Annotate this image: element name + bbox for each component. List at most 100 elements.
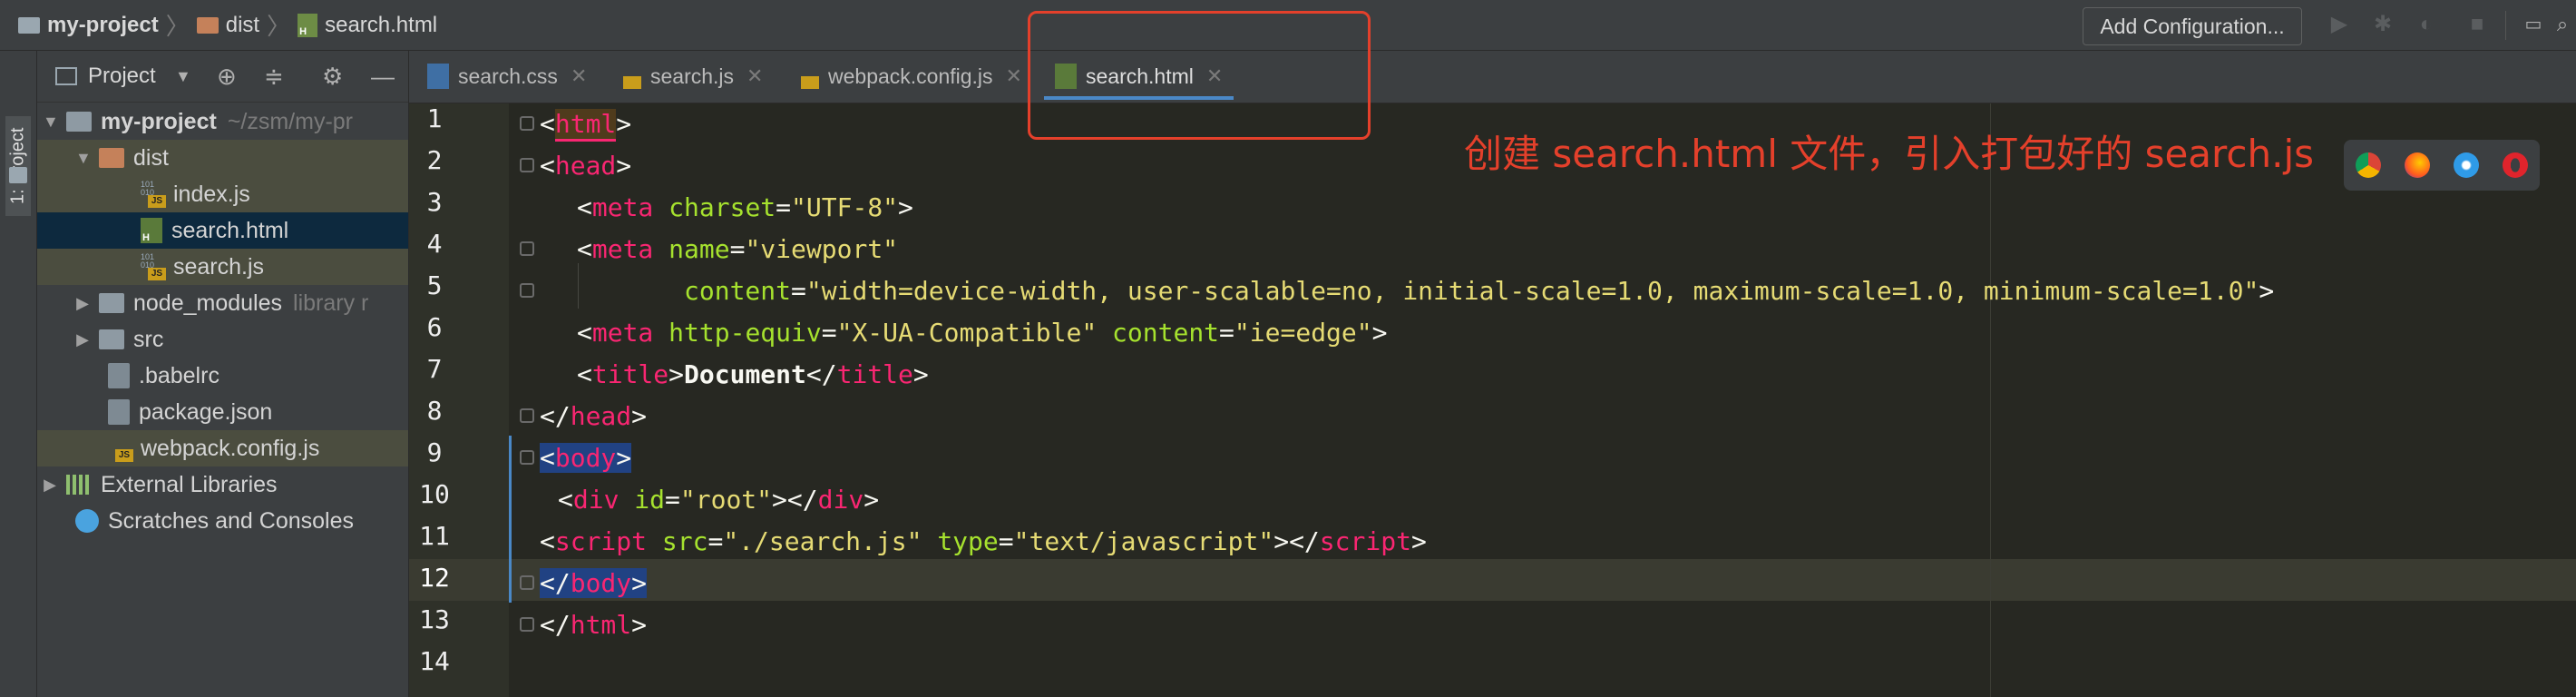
- fold-marker-icon[interactable]: [520, 617, 534, 632]
- chevron-right-icon[interactable]: ▶: [75, 294, 90, 313]
- tree-item-label: search.html: [171, 217, 289, 243]
- tab-search-js[interactable]: search.js ✕: [620, 51, 763, 102]
- tab-search-css[interactable]: search.css ✕: [427, 51, 587, 102]
- locate-icon[interactable]: ⊕: [217, 64, 237, 89]
- tree-item-dist[interactable]: ▼ dist: [37, 140, 408, 176]
- code-line[interactable]: </head>: [540, 396, 647, 437]
- code-token: div: [572, 485, 620, 515]
- code-line[interactable]: <div id="root"></div>: [558, 479, 879, 521]
- terminal-icon[interactable]: ▭: [2522, 13, 2545, 36]
- code-line[interactable]: <head>: [540, 145, 631, 187]
- tab-label: search.css: [458, 64, 558, 88]
- close-icon[interactable]: ✕: [571, 64, 587, 88]
- tree-item-webpack-config[interactable]: JS webpack.config.js: [37, 430, 408, 466]
- chevron-down-icon[interactable]: ▼: [175, 67, 191, 86]
- code-line[interactable]: </body>: [540, 563, 648, 604]
- code-line[interactable]: <meta http-equiv="X-UA-Compatible" conte…: [577, 312, 1387, 354]
- code-token: name: [668, 234, 730, 264]
- tree-item-src[interactable]: ▶ src: [37, 321, 408, 358]
- safari-icon[interactable]: [2454, 152, 2479, 178]
- collapse-all-icon[interactable]: ≑: [264, 64, 284, 89]
- project-view-icon: [55, 67, 77, 85]
- code-token: html: [570, 610, 632, 640]
- tree-item-index-js[interactable]: 101 010 JS index.js: [37, 176, 408, 212]
- tree-item-scratches[interactable]: Scratches and Consoles: [37, 503, 408, 539]
- code-token: html: [554, 109, 617, 142]
- code-token: >: [616, 443, 632, 473]
- line-number: 14: [419, 646, 450, 676]
- line-number: 8: [426, 396, 443, 426]
- fold-marker-icon[interactable]: [520, 158, 534, 172]
- run-icon[interactable]: ▶: [2327, 13, 2351, 36]
- tree-item-label: src: [133, 326, 164, 352]
- code-token: >: [912, 359, 929, 389]
- line-number: 1: [426, 103, 443, 133]
- close-icon[interactable]: ✕: [1006, 64, 1022, 88]
- code-token: >: [668, 359, 685, 389]
- code-line[interactable]: <script src="./search.js" type="text/jav…: [540, 521, 1427, 563]
- tree-item-label: Scratches and Consoles: [108, 507, 354, 534]
- code-token: meta: [591, 234, 654, 264]
- code-line[interactable]: <title>Document</title>: [577, 354, 929, 396]
- coverage-icon[interactable]: ◐: [2415, 13, 2438, 36]
- code-token: <: [577, 234, 592, 264]
- chrome-icon[interactable]: [2356, 152, 2381, 178]
- code-token: >: [1273, 526, 1290, 556]
- chevron-right-icon[interactable]: ▶: [43, 476, 57, 495]
- tab-webpack-config-js[interactable]: webpack.config.js ✕: [797, 51, 1022, 102]
- tree-item-node-modules[interactable]: ▶ node_modules library r: [37, 285, 408, 321]
- project-view-selector[interactable]: Project: [88, 64, 156, 89]
- code-line[interactable]: <meta charset="UTF-8">: [577, 187, 913, 229]
- code-token: >: [631, 401, 648, 431]
- chevron-down-icon[interactable]: ▼: [75, 149, 92, 168]
- stop-icon[interactable]: ■: [2465, 13, 2489, 36]
- opera-icon[interactable]: [2503, 152, 2528, 178]
- fold-marker-icon[interactable]: [520, 116, 534, 131]
- tree-item-label: package.json: [139, 398, 273, 425]
- add-configuration-button[interactable]: Add Configuration...: [2083, 7, 2302, 45]
- chevron-down-icon[interactable]: ▼: [43, 113, 59, 132]
- breadcrumb-dist[interactable]: dist: [196, 13, 259, 38]
- fold-marker-icon[interactable]: [520, 241, 534, 256]
- code-token: =: [665, 485, 680, 515]
- fold-marker-icon[interactable]: [520, 408, 534, 423]
- fold-marker-icon[interactable]: [520, 575, 534, 590]
- tree-item-search-html[interactable]: search.html: [37, 212, 408, 249]
- tree-item-my-project[interactable]: ▼ my-project ~/zsm/my-pr: [37, 103, 408, 140]
- hide-icon[interactable]: —: [371, 64, 395, 89]
- code-token: </: [805, 359, 837, 389]
- close-icon[interactable]: ✕: [746, 64, 763, 88]
- code-token: <: [540, 526, 555, 556]
- line-number: 4: [426, 229, 443, 259]
- folder-icon: [18, 16, 40, 34]
- code-token: body: [570, 568, 632, 598]
- code-line[interactable]: content="width=device-width, user-scalab…: [684, 270, 2274, 312]
- chevron-right-icon[interactable]: ▶: [75, 330, 90, 349]
- code-token: id: [634, 485, 666, 515]
- folder-icon: [9, 167, 27, 183]
- debug-icon[interactable]: ✱: [2371, 13, 2395, 36]
- tree-item-label: dist: [133, 144, 169, 171]
- code-line[interactable]: <meta name="viewport": [577, 229, 898, 270]
- line-number: 10: [419, 479, 450, 509]
- code-token: src: [661, 526, 708, 556]
- fold-marker-icon[interactable]: [520, 450, 534, 465]
- fold-marker-icon[interactable]: [520, 283, 534, 298]
- code-line[interactable]: <body>: [540, 437, 632, 479]
- tree-item-external-libraries[interactable]: ▶ External Libraries: [37, 466, 408, 503]
- code-line[interactable]: </html>: [540, 604, 647, 646]
- project-tool-window-button[interactable]: 1: Project: [5, 116, 31, 216]
- tree-item-label: search.js: [173, 253, 265, 280]
- gear-icon[interactable]: ⚙: [322, 64, 343, 89]
- line-number: 6: [426, 312, 443, 342]
- line-number: 11: [419, 521, 450, 551]
- breadcrumb-project[interactable]: my-project: [18, 13, 159, 38]
- tree-item-babelrc[interactable]: .babelrc: [37, 358, 408, 394]
- firefox-icon[interactable]: [2405, 152, 2430, 178]
- tree-item-search-js[interactable]: 101 010 JS search.js: [37, 249, 408, 285]
- breadcrumb-file[interactable]: search.html: [298, 13, 437, 38]
- search-everywhere-icon[interactable]: ⌕: [2551, 13, 2574, 36]
- tree-item-package-json[interactable]: package.json: [37, 394, 408, 430]
- code-token: </: [786, 485, 818, 515]
- code-line[interactable]: <html>: [540, 103, 631, 145]
